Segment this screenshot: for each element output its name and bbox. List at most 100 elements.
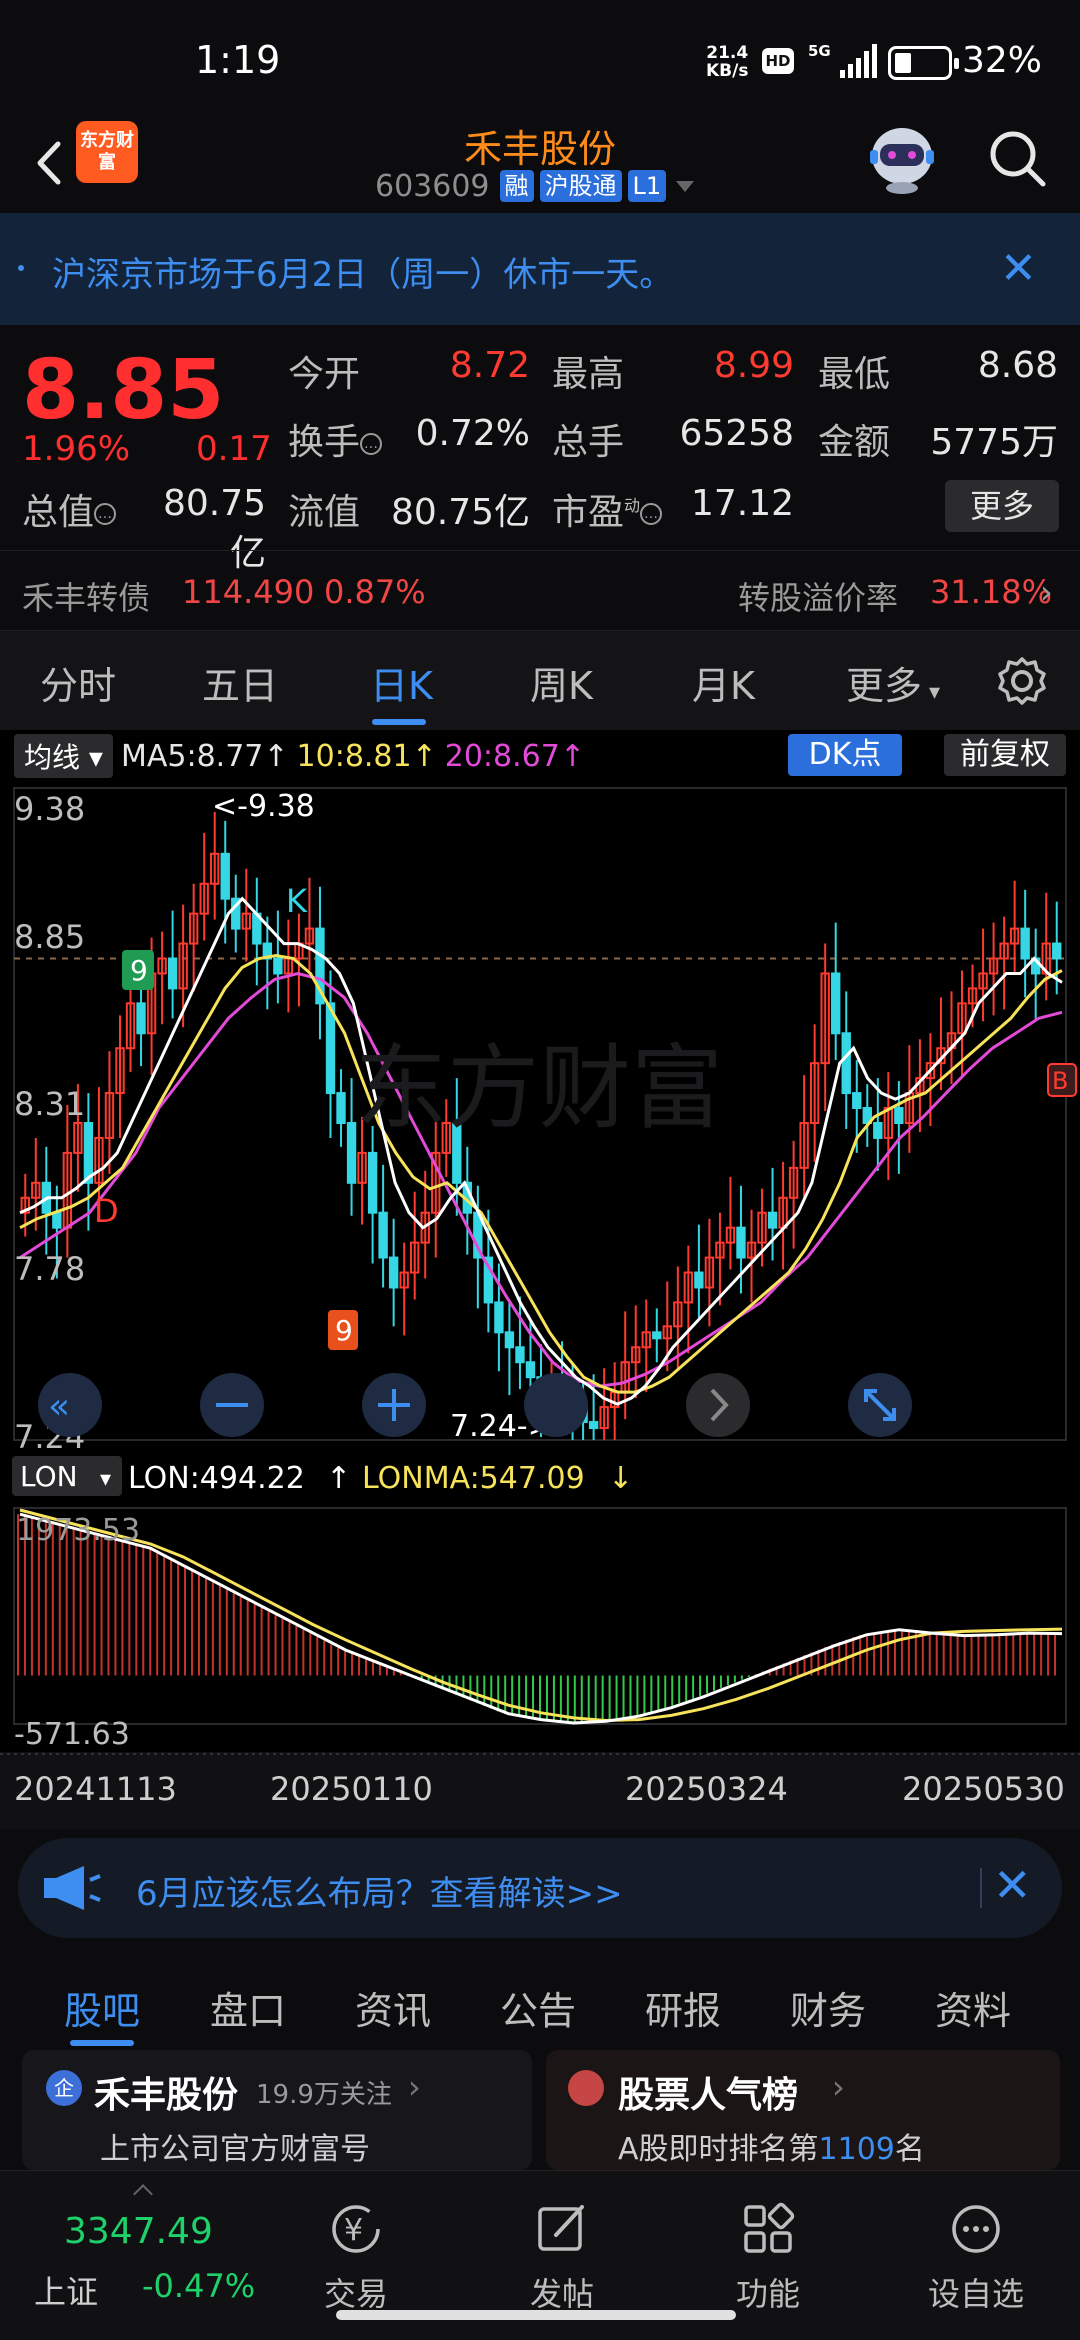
gear-icon[interactable] [996, 655, 1048, 707]
index-ticker[interactable]: 3347.49 上证 -0.47% [24, 2181, 274, 2331]
tab-profile[interactable]: 资料 [935, 1980, 1011, 2035]
nav-watchlist[interactable]: 设自选 [906, 2269, 1046, 2315]
candle-body [894, 1107, 904, 1124]
chevron-right-icon[interactable]: › [1040, 573, 1053, 611]
nav-trade[interactable]: 交易 [286, 2269, 426, 2315]
tab-daily-k[interactable]: 日K [370, 655, 433, 710]
tab-monthly-k[interactable]: 月K [692, 655, 755, 710]
volume-value: 65258 [679, 413, 794, 454]
rank-card-title: 股票人气榜 [618, 2075, 799, 2116]
network-type: 5G [808, 42, 831, 60]
net-speed-unit: KB/s [706, 61, 749, 81]
high-annotation: <-9.38 [212, 789, 315, 824]
rank-subtitle: A股即时排名第1109名 [618, 2124, 925, 2168]
expand-up-icon [133, 2184, 153, 2204]
index-name: 上证 [34, 2273, 99, 2311]
assistant-robot-icon[interactable] [862, 118, 942, 196]
svg-text:«: « [48, 1386, 70, 1427]
nav-post[interactable]: 发帖 [492, 2269, 632, 2315]
search-icon[interactable] [985, 126, 1051, 192]
tab-announcements[interactable]: 公告 [500, 1980, 576, 2035]
candle-body [515, 1346, 525, 1364]
promo-banner[interactable]: 6月应该怎么布局？查看解读>> ✕ [18, 1838, 1062, 1938]
app-logo[interactable]: 东方财富 [76, 121, 138, 183]
dk-point-button[interactable]: DK点 [788, 734, 902, 776]
tab-news[interactable]: 资讯 [355, 1980, 431, 2035]
back-arrow-icon[interactable] [22, 128, 78, 198]
tab-more-label: 更多 [846, 664, 923, 708]
enterprise-badge-icon: 企 [46, 2070, 82, 2106]
candle-body [694, 1271, 704, 1289]
lon-value: LON:494.22 [128, 1461, 305, 1496]
apps-grid-icon[interactable] [738, 2199, 798, 2259]
official-account-card[interactable]: 企 禾丰股份 19.9万关注 › 上市公司官方财富号 [22, 2050, 532, 2170]
tab-forum[interactable]: 股吧 [64, 1980, 140, 2035]
pe-value: 17.12 [690, 483, 794, 524]
nav-functions[interactable]: 功能 [698, 2269, 838, 2315]
stock-code-row[interactable]: 603609 融 沪股通 L1 [375, 166, 695, 206]
tab-financials[interactable]: 财务 [790, 1980, 866, 2035]
close-icon[interactable]: ✕ [993, 1858, 1032, 1912]
chevron-down-icon[interactable] [676, 180, 695, 192]
date-2: 20250110 [270, 1770, 433, 1808]
tag-hk-connect: 沪股通 [539, 170, 622, 202]
battery-percent: 32% [962, 40, 1043, 81]
candle-body [378, 1211, 388, 1259]
period-tabs: 分时 五日 日K 周K 月K 更多 ▾ [0, 630, 1080, 730]
ma-legend-row: 均线 ▾ MA5:8.77↑ 10:8.81↑ 20:8.67↑ [14, 734, 585, 778]
index-value: 3347.49 [64, 2211, 213, 2252]
pe-label[interactable]: 市盈动… [552, 483, 663, 535]
rank-chart-icon [568, 2070, 604, 2106]
market-notice-banner[interactable]: 沪深京市场于6月2日（周一）休市一天。 ✕ [0, 213, 1080, 325]
rank-prefix: A股即时排名第 [618, 2132, 819, 2167]
forward-adjust-button[interactable]: 前复权 [944, 734, 1066, 776]
popularity-rank-card[interactable]: 股票人气榜 › A股即时排名第1109名 [546, 2050, 1060, 2170]
premium-label: 转股溢价率 [738, 579, 899, 617]
candle-body [136, 1002, 146, 1035]
signal-icon: 5G [808, 42, 877, 78]
candle-body [588, 1421, 599, 1430]
info-icon[interactable]: … [640, 503, 663, 525]
more-circle-icon[interactable] [946, 2199, 1006, 2259]
indicator-select[interactable]: 均线 ▾ [14, 734, 113, 778]
tab-weekly-k[interactable]: 周K [530, 655, 593, 710]
date-end: 20250530 [902, 1770, 1065, 1808]
rank-suffix: 名 [894, 2132, 925, 2167]
chevron-right-icon: › [408, 2068, 421, 2106]
tab-research[interactable]: 研报 [645, 1980, 721, 2035]
change-amount: 0.17 [196, 429, 272, 469]
info-icon[interactable]: … [360, 433, 383, 455]
sub-y-bottom: -571.63 [14, 1717, 130, 1752]
rank-number: 1109 [818, 2132, 895, 2167]
active-section-indicator [70, 2040, 134, 2046]
tab-intraday[interactable]: 分时 [40, 655, 116, 710]
compose-icon[interactable] [532, 2199, 592, 2259]
card-subtitle: 上市公司官方财富号 [100, 2132, 370, 2167]
lonma-value: LONMA:547.09 [362, 1461, 585, 1496]
svg-text:↑: ↑ [326, 1461, 351, 1496]
ma5-legend: MA5:8.77↑ [120, 738, 289, 774]
candle-body [1020, 927, 1030, 960]
market-cap-label[interactable]: 总值… [22, 483, 117, 535]
more-button[interactable]: 更多 [945, 480, 1059, 532]
convertible-bond-row[interactable]: 禾丰转债 114.490 0.87% 转股溢价率 31.18% › [0, 550, 1080, 630]
caret-down-icon: ▾ [922, 680, 941, 705]
stock-header: 东方财富 禾丰股份 603609 融 沪股通 L1 [0, 118, 1080, 213]
candle-body [52, 1211, 62, 1229]
float-cap-label: 流值 [288, 492, 361, 533]
sub-indicator-label[interactable]: LON [20, 1460, 78, 1493]
bond-price: 114.490 [182, 573, 315, 611]
tab-five-day[interactable]: 五日 [202, 655, 278, 710]
candle-body [167, 957, 178, 990]
candle-body [325, 1002, 336, 1095]
info-icon[interactable]: … [94, 503, 117, 525]
tab-orderbook[interactable]: 盘口 [210, 1980, 286, 2035]
trade-icon[interactable]: ¥ [326, 2199, 386, 2259]
turnover-label[interactable]: 换手… [288, 413, 383, 465]
close-icon[interactable]: ✕ [1000, 243, 1037, 294]
candle-body [841, 1032, 851, 1095]
promo-divider [980, 1868, 982, 1908]
volume-label: 总手 [552, 422, 625, 463]
tab-more[interactable]: 更多 ▾ [846, 655, 940, 710]
status-bar: 1:19 21.4 KB/s HD 5G 32% [0, 0, 1080, 118]
